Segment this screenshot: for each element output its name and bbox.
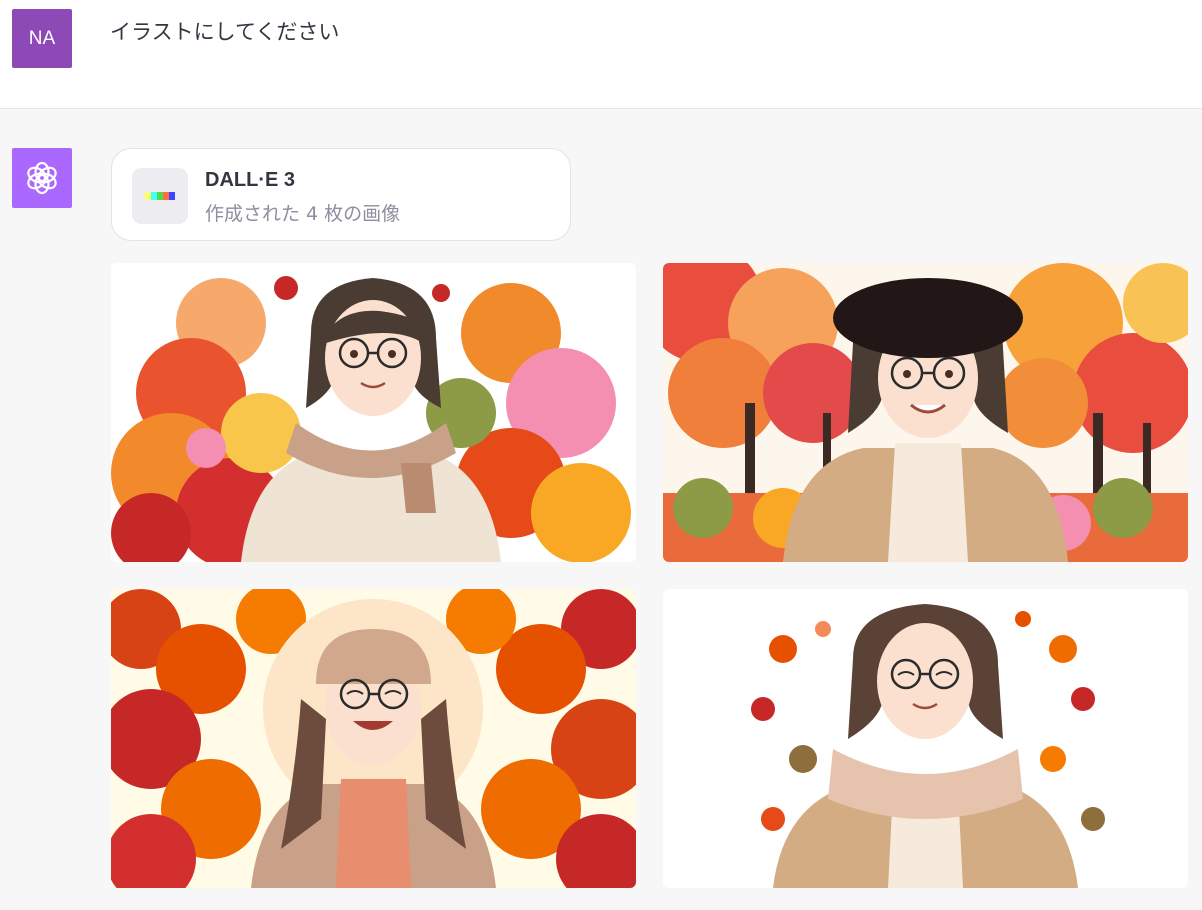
generated-image-2[interactable] [663, 263, 1188, 562]
tool-card-title: DALL·E 3 [205, 169, 295, 191]
generated-image-1[interactable] [111, 263, 636, 562]
user-message-text: イラストにしてください [110, 20, 340, 44]
tool-card-subtitle: 作成された 4 枚の画像 [205, 203, 401, 225]
dalle-icon-box [132, 168, 188, 224]
assistant-avatar [12, 148, 72, 208]
dalle-color-bar-icon [145, 192, 175, 200]
assistant-message-row: DALL·E 3 作成された 4 枚の画像 [0, 109, 1202, 910]
dalle-tool-card[interactable]: DALL·E 3 作成された 4 枚の画像 [111, 148, 571, 241]
openai-logo-icon [27, 161, 57, 195]
user-avatar-initials: NA [28, 27, 56, 49]
generated-image-4[interactable] [663, 589, 1188, 888]
user-avatar: NA [12, 9, 72, 68]
generated-image-3[interactable] [111, 589, 636, 888]
user-message-row: NA イラストにしてください [0, 0, 1202, 109]
